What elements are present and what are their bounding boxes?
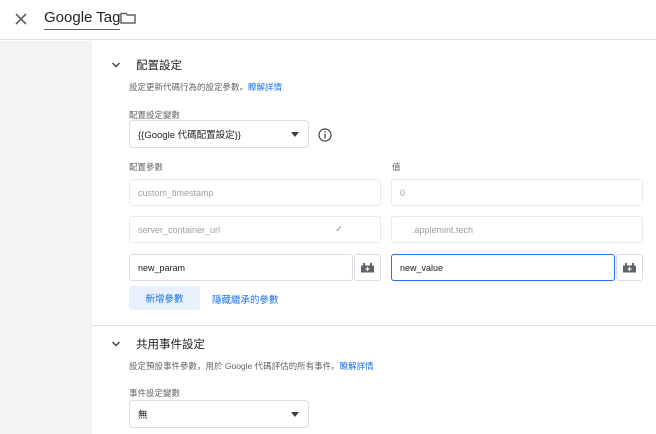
config-description-text: 設定更新代碼行為的設定參數。 — [129, 82, 249, 92]
value-column-header: 值 — [392, 162, 401, 172]
config-variable-select[interactable]: {{Google 代碼配置設定}} — [129, 120, 309, 148]
info-icon[interactable] — [318, 128, 332, 142]
variable-picker-icon — [623, 263, 636, 273]
variable-picker-button[interactable] — [354, 254, 381, 281]
param-column-header: 配置參數 — [129, 162, 164, 172]
config-variable-value: {{Google 代碼配置設定}} — [138, 130, 241, 141]
add-parameter-button[interactable]: 新增參數 — [129, 286, 200, 310]
section-divider — [92, 325, 656, 326]
dropdown-caret-icon — [291, 412, 299, 417]
left-backdrop — [0, 41, 92, 434]
hide-inherited-params-link[interactable]: 隱藏繼承的參數 — [212, 292, 279, 306]
inherited-param-name: custom_timestamp — [129, 179, 381, 206]
top-bar: Google Tag — [0, 0, 656, 40]
event-description: 設定預設事件參數，用於 Google 代碼評估的所有事件。瞭解詳情 — [129, 360, 374, 372]
variable-picker-icon — [361, 263, 374, 273]
event-section-title: 共用事件設定 — [136, 339, 205, 351]
chevron-down-icon — [112, 341, 120, 347]
event-description-text: 設定預設事件參數，用於 Google 代碼評估的所有事件。 — [129, 361, 340, 371]
variable-picker-button[interactable] — [616, 254, 643, 281]
param-value-input[interactable]: new_value — [391, 254, 615, 281]
inherited-param-value: 0 — [391, 179, 643, 206]
event-section-header[interactable]: 共用事件設定 — [110, 335, 205, 353]
tag-config-panel: 配置設定 設定更新代碼行為的設定參數。瞭解詳情 配置設定變數 {{Google … — [92, 41, 656, 434]
config-section-title: 配置設定 — [136, 60, 182, 72]
tag-name-title[interactable]: Google Tag — [44, 9, 121, 30]
config-section-header[interactable]: 配置設定 — [110, 56, 182, 74]
config-learn-more-link[interactable]: 瞭解詳情 — [248, 82, 282, 92]
config-description: 設定更新代碼行為的設定參數。瞭解詳情 — [129, 81, 282, 93]
event-variable-label: 事件設定變數 — [129, 388, 181, 398]
event-variable-value: 無 — [138, 410, 148, 421]
dropdown-caret-icon — [291, 132, 299, 137]
folder-icon[interactable] — [119, 9, 137, 27]
close-icon[interactable] — [10, 8, 32, 30]
checkmark-icon: ✓ — [335, 224, 344, 235]
event-variable-select[interactable]: 無 — [129, 400, 309, 428]
event-learn-more-link[interactable]: 瞭解詳情 — [340, 361, 374, 371]
param-name-input[interactable]: new_param — [129, 254, 353, 281]
chevron-down-icon — [112, 62, 120, 68]
inherited-param-value: .applemint.tech — [391, 216, 643, 243]
